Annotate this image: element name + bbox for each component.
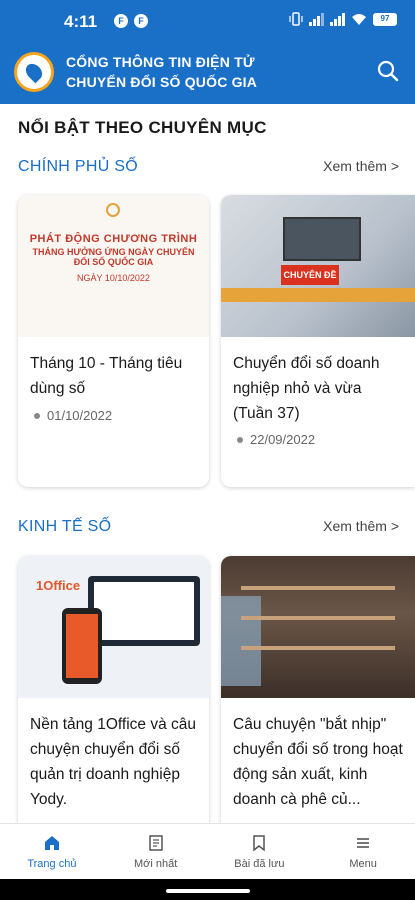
thumbnail-graphic — [94, 582, 194, 640]
battery-icon: 97 — [373, 12, 397, 26]
nav-saved[interactable]: Bài đã lưu — [208, 824, 312, 879]
status-indicators: 97 — [289, 12, 397, 26]
date-dot-icon — [34, 412, 40, 419]
article-title[interactable]: Câu chuyện "bắt nhịp" chuyển đổi số tron… — [221, 712, 415, 812]
status-bar: 4:11 F F 97 — [0, 0, 415, 44]
nav-menu[interactable]: Menu — [311, 824, 415, 879]
home-gesture-bar[interactable] — [166, 889, 250, 893]
article-thumbnail: CHUYÊN ĐỀ — [221, 195, 415, 337]
thumbnail-graphic — [221, 596, 261, 686]
home-icon — [44, 836, 59, 850]
see-more-link[interactable]: Xem thêm > — [323, 518, 399, 534]
facebook-notification-icon: F — [114, 14, 128, 28]
see-more-link[interactable]: Xem thêm > — [323, 158, 399, 174]
thumbnail-graphic — [241, 586, 395, 590]
article-card[interactable]: Câu chuyện "bắt nhịp" chuyển đổi số tron… — [221, 556, 415, 836]
portal-title-line2: CHUYỂN ĐỔI SỐ QUỐC GIA — [66, 74, 258, 90]
page-heading: NỔI BẬT THEO CHUYÊN MỤC — [18, 118, 267, 137]
article-title[interactable]: Nền tảng 1Office và câu chuyện chuyển đổ… — [18, 712, 209, 812]
article-thumbnail: PHÁT ĐỘNG CHƯƠNG TRÌNH THÁNG HƯỞNG ỨNG N… — [18, 195, 209, 337]
nav-home[interactable]: Trang chủ — [0, 824, 104, 879]
newspaper-icon — [148, 835, 163, 851]
thumbnail-graphic — [66, 614, 98, 678]
nav-label: Bài đã lưu — [234, 858, 285, 870]
portal-title-line1: CỔNG THÔNG TIN ĐIỆN TỬ — [66, 54, 255, 70]
thumbnail-text: PHÁT ĐỘNG CHƯƠNG TRÌNH — [29, 233, 198, 245]
signal-icon — [309, 12, 324, 26]
nav-label: Mới nhất — [133, 858, 178, 870]
vibrate-icon — [289, 12, 303, 26]
status-time: 4:11 — [64, 12, 98, 31]
emblem-icon — [106, 203, 120, 217]
article-date: 22/09/2022 — [237, 432, 315, 447]
thumbnail-text: THÁNG HƯỞNG ỨNG NGÀY CHUYỂN ĐỔI SỐ QUỐC … — [32, 247, 195, 267]
article-title[interactable]: Tháng 10 - Tháng tiêu dùng số — [18, 351, 209, 401]
article-card[interactable]: 1Office Nền tảng 1Office và câu chuyện c… — [18, 556, 209, 836]
nav-label: Menu — [349, 858, 377, 870]
article-date: 01/10/2022 — [34, 408, 112, 423]
article-card[interactable]: PHÁT ĐỘNG CHƯƠNG TRÌNH THÁNG HƯỞNG ỨNG N… — [18, 195, 209, 487]
nav-latest[interactable]: Mới nhất — [104, 824, 208, 879]
article-thumbnail: 1Office — [18, 556, 209, 698]
category-title-kinh-te-so[interactable]: KINH TẾ SỐ — [18, 518, 111, 536]
wifi-icon — [352, 13, 366, 25]
thumbnail-band — [221, 288, 415, 302]
nav-label: Trang chủ — [27, 858, 77, 870]
thumbnail-graphic — [283, 217, 361, 261]
article-thumbnail — [221, 556, 415, 698]
date-text: 01/10/2022 — [47, 408, 113, 423]
article-title[interactable]: Chuyển đổi số doanh nghiệp nhỏ và vừa (T… — [221, 351, 415, 426]
menu-icon — [357, 838, 370, 848]
facebook-notification-icon: F — [134, 14, 148, 28]
article-card[interactable]: CHUYÊN ĐỀ Chuyển đổi số doanh nghiệp nhỏ… — [221, 195, 415, 487]
app-header: CỔNG THÔNG TIN ĐIỆN TỬ CHUYỂN ĐỔI SỐ QUỐ… — [0, 44, 415, 104]
category-title-chinh-phu-so[interactable]: CHÍNH PHỦ SỐ — [18, 158, 138, 176]
bottom-navigation: Trang chủ Mới nhất Bài đã lưu Menu — [0, 823, 415, 879]
thumbnail-graphic — [241, 616, 395, 620]
thumbnail-brand: 1Office — [36, 578, 81, 593]
search-icon[interactable] — [375, 58, 401, 84]
signal-icon — [330, 12, 345, 26]
date-dot-icon — [237, 436, 243, 443]
bookmark-icon — [253, 835, 266, 852]
portal-logo[interactable] — [14, 52, 54, 92]
date-text: 22/09/2022 — [250, 432, 316, 447]
thumbnail-tag: CHUYÊN ĐỀ — [281, 265, 339, 285]
thumbnail-graphic — [241, 646, 395, 650]
thumbnail-text: NGÀY 10/10/2022 — [77, 273, 150, 283]
